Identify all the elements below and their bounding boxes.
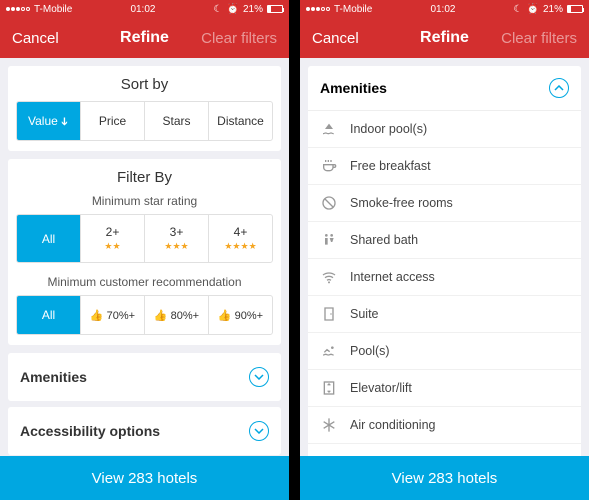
amenity-internet[interactable]: Internet access <box>308 259 581 296</box>
carrier-label: T-Mobile <box>334 4 372 15</box>
status-bar: T-Mobile 01:02 ☾ ⏰ 21% <box>300 0 589 18</box>
sort-option-distance[interactable]: Distance <box>209 102 272 140</box>
screen-filters: T-Mobile 01:02 ☾ ⏰ 21% Cancel Refine Cle… <box>0 0 289 500</box>
stars-3-icon: ★★★ <box>164 241 188 252</box>
sort-section: Sort by Value➔ Price Stars Distance <box>8 66 281 151</box>
navbar: Cancel Refine Clear filters <box>0 18 289 58</box>
swimmer-icon <box>320 342 338 360</box>
pool-icon <box>320 120 338 138</box>
alarm-icon: ⏰ <box>527 4 539 15</box>
cancel-button[interactable]: Cancel <box>12 30 92 47</box>
clock-label: 01:02 <box>130 4 155 15</box>
amenities-list: Indoor pool(s) Free breakfast Smoke-free… <box>308 111 581 456</box>
sort-option-stars[interactable]: Stars <box>145 102 209 140</box>
clear-filters-button[interactable]: Clear filters <box>197 30 277 47</box>
sort-option-price[interactable]: Price <box>81 102 145 140</box>
filter-section: Filter By Minimum star rating All 2+★★ 3… <box>8 159 281 345</box>
amenity-label: Pool(s) <box>350 344 390 358</box>
amenity-ac[interactable]: Air conditioning <box>308 407 581 444</box>
screen-amenities: T-Mobile 01:02 ☾ ⏰ 21% Cancel Refine Cle… <box>300 0 589 500</box>
clear-filters-button[interactable]: Clear filters <box>497 30 577 47</box>
rec-label: Minimum customer recommendation <box>8 275 281 289</box>
chevron-down-icon <box>249 367 269 387</box>
accordion-accessibility[interactable]: Accessibility options <box>8 407 281 455</box>
rec-segmented: All 👍 70%+ 👍 80%+ 👍 90%+ <box>16 295 273 335</box>
clock-label: 01:02 <box>430 4 455 15</box>
snowflake-icon <box>320 416 338 434</box>
amenity-indoor-pool[interactable]: Indoor pool(s) <box>308 111 581 148</box>
star-option-3plus[interactable]: 3+★★★ <box>145 215 209 262</box>
battery-icon <box>267 5 283 13</box>
rec-option-70[interactable]: 👍 70%+ <box>81 296 145 334</box>
amenity-label: Air conditioning <box>350 418 435 432</box>
signal-dots-icon <box>306 7 330 11</box>
rec-option-90[interactable]: 👍 90%+ <box>209 296 272 334</box>
battery-pct: 21% <box>243 4 263 15</box>
battery-icon <box>567 5 583 13</box>
page-title: Refine <box>120 29 169 47</box>
signal-dots-icon <box>6 7 30 11</box>
amenity-shared-bath[interactable]: Shared bath <box>308 222 581 259</box>
amenities-header[interactable]: Amenities <box>308 66 581 111</box>
star-segmented: All 2+★★ 3+★★★ 4+★★★★ <box>16 214 273 263</box>
sort-option-value[interactable]: Value➔ <box>17 102 81 140</box>
rec-option-all[interactable]: All <box>17 296 81 334</box>
content-area: Amenities Indoor pool(s) Free breakfast … <box>300 58 589 456</box>
accordion-label: Amenities <box>20 369 87 385</box>
amenity-elevator[interactable]: Elevator/lift <box>308 370 581 407</box>
amenity-label: Indoor pool(s) <box>350 122 427 136</box>
amenity-label: Internet access <box>350 270 435 284</box>
alarm-icon: ⏰ <box>227 4 239 15</box>
amenity-smoke-free[interactable]: Smoke-free rooms <box>308 185 581 222</box>
door-icon <box>320 305 338 323</box>
wifi-icon <box>320 268 338 286</box>
coffee-icon <box>320 157 338 175</box>
sort-title: Sort by <box>8 76 281 93</box>
battery-pct: 21% <box>543 4 563 15</box>
rec-option-80[interactable]: 👍 80%+ <box>145 296 209 334</box>
amenity-pool[interactable]: Pool(s) <box>308 333 581 370</box>
stars-4-icon: ★★★★ <box>224 241 256 252</box>
amenity-label: Shared bath <box>350 233 418 247</box>
stars-2-icon: ★★ <box>104 241 120 252</box>
thumb-up-icon: 👍 <box>90 310 104 322</box>
navbar: Cancel Refine Clear filters <box>300 18 589 58</box>
view-hotels-button[interactable]: View 283 hotels <box>300 456 589 500</box>
star-option-4plus[interactable]: 4+★★★★ <box>209 215 272 262</box>
moon-icon: ☾ <box>514 4 523 15</box>
no-smoking-icon <box>320 194 338 212</box>
amenity-suite[interactable]: Suite <box>308 296 581 333</box>
content-area: Sort by Value➔ Price Stars Distance Filt… <box>0 58 289 456</box>
amenity-label: Suite <box>350 307 379 321</box>
carrier-label: T-Mobile <box>34 4 72 15</box>
amenity-children[interactable]: Children's activities <box>308 444 581 456</box>
thumb-up-icon: 👍 <box>154 310 168 322</box>
elevator-icon <box>320 379 338 397</box>
amenity-label: Smoke-free rooms <box>350 196 453 210</box>
sort-segmented: Value➔ Price Stars Distance <box>16 101 273 141</box>
star-option-2plus[interactable]: 2+★★ <box>81 215 145 262</box>
moon-icon: ☾ <box>214 4 223 15</box>
thumb-up-icon: 👍 <box>218 310 232 322</box>
accordion-amenities[interactable]: Amenities <box>8 353 281 401</box>
status-bar: T-Mobile 01:02 ☾ ⏰ 21% <box>0 0 289 18</box>
cancel-button[interactable]: Cancel <box>312 30 392 47</box>
amenities-title: Amenities <box>320 80 387 96</box>
page-title: Refine <box>420 29 469 47</box>
chevron-down-icon <box>249 421 269 441</box>
accordion-label: Accessibility options <box>20 423 160 439</box>
star-option-all[interactable]: All <box>17 215 81 262</box>
star-rating-label: Minimum star rating <box>8 194 281 208</box>
sort-direction-icon: ➔ <box>58 117 71 126</box>
restroom-icon <box>320 231 338 249</box>
filter-title: Filter By <box>8 169 281 186</box>
chevron-up-icon <box>549 78 569 98</box>
amenity-label: Elevator/lift <box>350 381 412 395</box>
view-hotels-button[interactable]: View 283 hotels <box>0 456 289 500</box>
amenity-label: Free breakfast <box>350 159 431 173</box>
amenity-free-breakfast[interactable]: Free breakfast <box>308 148 581 185</box>
